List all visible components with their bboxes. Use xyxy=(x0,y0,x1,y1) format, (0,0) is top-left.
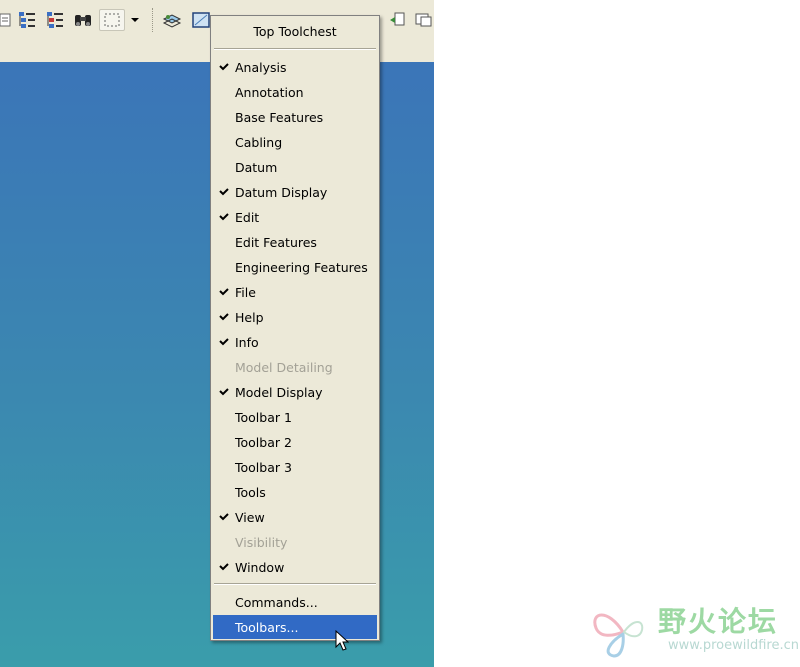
menu-item-view[interactable]: View xyxy=(213,505,377,529)
import-icon[interactable] xyxy=(386,9,408,31)
watermark-title: 野火论坛 xyxy=(658,605,779,638)
view-manager-icon[interactable] xyxy=(190,9,212,31)
watermark-url: www.proewildfire.cn xyxy=(668,638,799,653)
tree-settings-icon[interactable] xyxy=(44,9,66,31)
menu-item-label: View xyxy=(235,509,265,525)
dropdown-arrow-icon[interactable] xyxy=(128,9,142,31)
menu-item-visibility: Visibility xyxy=(213,530,377,554)
checkmark-icon xyxy=(213,380,235,404)
menu-item-commands[interactable]: Commands... xyxy=(213,590,377,614)
menu-item-label: Toolbar 3 xyxy=(235,459,292,475)
checkmark-icon xyxy=(213,55,235,79)
menu-item-label: Info xyxy=(235,334,259,350)
menu-item-label: Help xyxy=(235,309,264,325)
menu-item-label: File xyxy=(235,284,256,300)
menu-item-label: Engineering Features xyxy=(235,259,368,275)
menu-item-label: Model Display xyxy=(235,384,323,400)
menu-item-label: Toolbar 1 xyxy=(235,409,292,425)
menu-item-label: Base Features xyxy=(235,109,324,125)
menu-item-label: Visibility xyxy=(235,534,288,550)
menu-separator xyxy=(214,583,376,585)
menu-item-label: Annotation xyxy=(235,84,304,100)
menu-item-model-display[interactable]: Model Display xyxy=(213,380,377,404)
menu-item-label: Datum Display xyxy=(235,184,328,200)
window-icon[interactable] xyxy=(412,9,434,31)
mouse-pointer-icon xyxy=(335,629,350,656)
tree-filter-icon[interactable] xyxy=(16,9,38,31)
menu-item-toolbar-3[interactable]: Toolbar 3 xyxy=(213,455,377,479)
menu-item-model-detailing: Model Detailing xyxy=(213,355,377,379)
checkmark-icon xyxy=(213,330,235,354)
checkmark-icon xyxy=(213,280,235,304)
menu-item-label: Cabling xyxy=(235,134,283,150)
menu-item-label: Commands... xyxy=(235,594,318,610)
menu-item-label: Datum xyxy=(235,159,278,175)
layer-icon[interactable] xyxy=(161,9,183,31)
checkmark-icon xyxy=(213,505,235,529)
menu-item-label: Toolbars... xyxy=(235,619,299,635)
select-box-icon[interactable] xyxy=(99,9,125,31)
menu-item-edit-features[interactable]: Edit Features xyxy=(213,230,377,254)
menu-item-edit[interactable]: Edit xyxy=(213,205,377,229)
watermark-logo: 野火论坛 www.proewildfire.cn xyxy=(588,598,799,664)
menu-item-window[interactable]: Window xyxy=(213,555,377,579)
menu-item-label: Tools xyxy=(235,484,266,500)
menu-item-datum[interactable]: Datum xyxy=(213,155,377,179)
menu-item-base-features[interactable]: Base Features xyxy=(213,105,377,129)
checkmark-icon xyxy=(213,555,235,579)
checkmark-icon xyxy=(213,305,235,329)
menu-item-toolbars[interactable]: Toolbars... xyxy=(213,615,377,639)
binoculars-icon[interactable] xyxy=(72,9,94,31)
menu-item-label: Edit Features xyxy=(235,234,317,250)
menu-title: Top Toolchest xyxy=(253,24,337,39)
menu-item-datum-display[interactable]: Datum Display xyxy=(213,180,377,204)
menu-item-cabling[interactable]: Cabling xyxy=(213,130,377,154)
menu-item-label: Edit xyxy=(235,209,260,225)
menu-item-annotation[interactable]: Annotation xyxy=(213,80,377,104)
menu-item-label: Toolbar 2 xyxy=(235,434,292,450)
menu-item-toolbar-2[interactable]: Toolbar 2 xyxy=(213,430,377,454)
menu-item-info[interactable]: Info xyxy=(213,330,377,354)
toolbar-separator xyxy=(152,8,154,32)
menu-item-file[interactable]: File xyxy=(213,280,377,304)
toolbar-context-menu: Top Toolchest Analysis Annotation Base Fea… xyxy=(210,15,380,641)
menu-item-label: Analysis xyxy=(235,59,287,75)
menu-item-tools[interactable]: Tools xyxy=(213,480,377,504)
menu-item-help[interactable]: Help xyxy=(213,305,377,329)
list-icon[interactable] xyxy=(0,9,16,31)
menu-item-label: Model Detailing xyxy=(235,359,333,375)
checkmark-icon xyxy=(213,180,235,204)
butterfly-logo-icon xyxy=(593,613,644,658)
checkmark-icon xyxy=(213,205,235,229)
menu-item-analysis[interactable]: Analysis xyxy=(213,55,377,79)
menu-separator xyxy=(214,48,376,50)
menu-item-toolbar-1[interactable]: Toolbar 1 xyxy=(213,405,377,429)
menu-item-engineering-features[interactable]: Engineering Features xyxy=(213,255,377,279)
menu-item-label: Window xyxy=(235,559,285,575)
